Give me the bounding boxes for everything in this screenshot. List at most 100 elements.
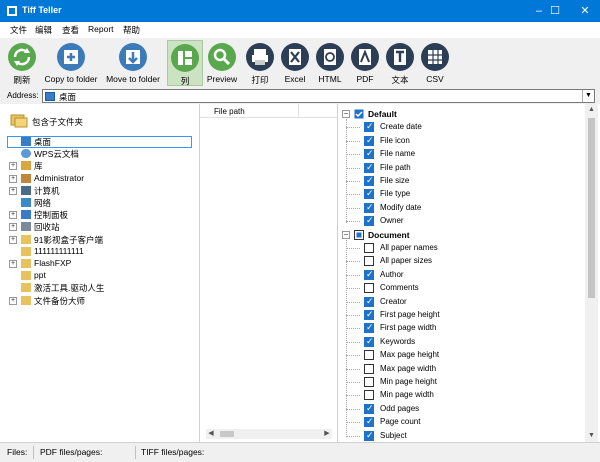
column-checkbox[interactable] bbox=[364, 430, 374, 441]
menu-report[interactable]: Report bbox=[88, 24, 114, 34]
address-dropdown-button[interactable]: ▼ bbox=[582, 90, 594, 102]
close-button[interactable]: ✕ bbox=[570, 0, 600, 22]
magnifier-icon bbox=[208, 43, 236, 71]
column-checkbox[interactable] bbox=[364, 243, 374, 253]
tree-connector bbox=[346, 315, 360, 316]
column-checkbox[interactable] bbox=[364, 322, 374, 334]
column-option-label: Subject bbox=[380, 430, 407, 440]
column-checkbox[interactable] bbox=[364, 188, 374, 200]
tree-expand-button[interactable]: + bbox=[9, 186, 17, 195]
html-button[interactable]: HTML bbox=[314, 40, 346, 86]
tree-connector bbox=[346, 274, 360, 276]
tree-expand-button[interactable]: + bbox=[9, 211, 17, 220]
column-checkbox[interactable] bbox=[364, 350, 374, 361]
move-to-folder-button[interactable]: Move to folder bbox=[103, 40, 163, 86]
menu-help[interactable]: 帮助 bbox=[123, 24, 140, 36]
network-icon bbox=[21, 198, 31, 207]
status-bar: Files: PDF files/pages: TIFF files/pages… bbox=[0, 442, 600, 462]
column-option-label: Min page height bbox=[380, 377, 437, 386]
pdf-button[interactable]: PDF bbox=[349, 40, 381, 86]
group-label: Default bbox=[368, 109, 397, 119]
printer-icon bbox=[246, 43, 274, 71]
scroll-down-button[interactable]: ▼ bbox=[585, 430, 598, 442]
group-checkbox[interactable] bbox=[354, 229, 364, 240]
column-checkbox[interactable] bbox=[364, 202, 374, 213]
vertical-scroll-thumb[interactable] bbox=[588, 118, 595, 298]
menu-file[interactable]: 文件 bbox=[10, 24, 27, 36]
tree-connector bbox=[346, 301, 360, 303]
scroll-up-button[interactable]: ▲ bbox=[585, 104, 598, 116]
csv-button[interactable]: CSV bbox=[419, 40, 451, 86]
column-checkbox[interactable] bbox=[364, 390, 374, 401]
tree-expand-button[interactable]: + bbox=[9, 223, 17, 232]
column-checkbox[interactable] bbox=[364, 121, 374, 133]
tree-item-label: 网络 bbox=[34, 198, 52, 208]
column-option-label: File type bbox=[380, 189, 411, 199]
tree-connector bbox=[346, 355, 360, 357]
tree-connector bbox=[346, 395, 360, 397]
library-icon bbox=[21, 161, 31, 171]
tree-expand-button[interactable]: + bbox=[9, 296, 17, 305]
column-separator[interactable] bbox=[298, 104, 299, 118]
column-checkbox[interactable] bbox=[364, 215, 374, 227]
address-combobox[interactable]: 桌面 ▼ bbox=[42, 89, 595, 103]
folder-icon bbox=[21, 295, 31, 305]
tree-expand-button[interactable]: + bbox=[9, 235, 17, 244]
refresh-button[interactable]: 刷新 bbox=[4, 40, 40, 86]
group-collapse-button[interactable]: − bbox=[342, 110, 350, 118]
column-option-label: First page height bbox=[380, 310, 440, 319]
tree-connector bbox=[346, 261, 360, 263]
status-separator bbox=[33, 446, 34, 459]
copy-to-folder-button[interactable]: Copy to folder bbox=[42, 40, 100, 86]
print-button[interactable]: 打印 bbox=[244, 40, 276, 86]
tree-expand-button[interactable]: + bbox=[9, 162, 17, 171]
menu-view[interactable]: 查看 bbox=[62, 24, 79, 36]
desktop-icon bbox=[21, 137, 31, 146]
include-subfolders-label[interactable]: 包含子文件夹 bbox=[32, 116, 83, 128]
column-option-label: Owner bbox=[380, 216, 404, 226]
maximize-button[interactable]: ☐ bbox=[540, 0, 570, 22]
column-checkbox[interactable] bbox=[364, 256, 374, 267]
tree-connector bbox=[346, 239, 347, 437]
refresh-icon bbox=[8, 43, 36, 71]
column-option-label: Max page height bbox=[380, 350, 440, 360]
csv-label: CSV bbox=[426, 74, 444, 84]
column-option-label: All paper names bbox=[380, 243, 438, 252]
column-checkbox[interactable] bbox=[364, 363, 374, 374]
column-option-label: All paper sizes bbox=[380, 256, 433, 266]
computer-icon bbox=[21, 185, 31, 195]
excel-button[interactable]: Excel bbox=[279, 40, 311, 86]
text-button[interactable]: 文本 bbox=[384, 40, 416, 86]
menu-edit[interactable]: 编辑 bbox=[35, 24, 52, 36]
horizontal-scroll-thumb[interactable] bbox=[220, 431, 234, 437]
column-checkbox[interactable] bbox=[364, 336, 374, 347]
scroll-right-button[interactable]: ▶ bbox=[322, 429, 332, 439]
column-checkbox[interactable] bbox=[364, 377, 374, 387]
address-label: Address: bbox=[7, 91, 39, 100]
group-collapse-button[interactable]: − bbox=[342, 230, 350, 239]
column-checkbox[interactable] bbox=[364, 309, 374, 320]
tree-expand-button[interactable]: + bbox=[9, 174, 17, 183]
column-checkbox[interactable] bbox=[364, 283, 374, 294]
column-checkbox[interactable] bbox=[364, 296, 374, 307]
preview-button[interactable]: Preview bbox=[205, 40, 239, 86]
column-checkbox[interactable] bbox=[364, 269, 374, 280]
column-checkbox[interactable] bbox=[364, 162, 374, 173]
columns-icon bbox=[171, 44, 199, 72]
scroll-left-button[interactable]: ◀ bbox=[206, 429, 216, 439]
column-checkbox[interactable] bbox=[364, 175, 374, 186]
columns-button[interactable]: 列 bbox=[167, 40, 203, 86]
vertical-scrollbar[interactable]: ▲ ▼ bbox=[585, 104, 598, 442]
column-checkbox[interactable] bbox=[364, 135, 374, 146]
column-checkbox[interactable] bbox=[364, 403, 374, 414]
column-checkbox[interactable] bbox=[364, 148, 374, 160]
html-label: HTML bbox=[318, 74, 342, 84]
move-folder-icon bbox=[119, 43, 147, 71]
column-checkbox[interactable] bbox=[364, 416, 374, 428]
column-header-file-path[interactable]: File path bbox=[214, 107, 245, 116]
tree-item-label: 91影视盒子客户端 bbox=[34, 234, 103, 245]
tree-expand-button[interactable]: + bbox=[9, 260, 17, 268]
group-checkbox[interactable] bbox=[354, 109, 364, 119]
tree-item-label: 库 bbox=[34, 161, 43, 172]
horizontal-scrollbar[interactable]: ◀ ▶ bbox=[206, 429, 332, 439]
